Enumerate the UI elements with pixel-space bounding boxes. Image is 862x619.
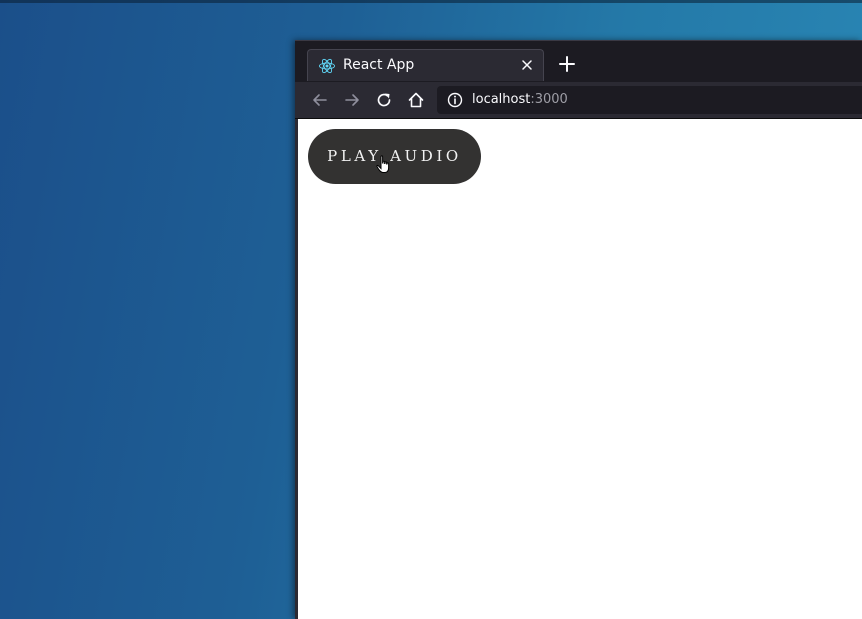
tab-react-app[interactable]: React App bbox=[307, 49, 544, 81]
reload-icon[interactable] bbox=[375, 91, 393, 109]
forward-arrow-icon[interactable] bbox=[343, 91, 361, 109]
navigation-toolbar: localhost:3000 bbox=[295, 82, 862, 119]
home-icon[interactable] bbox=[407, 91, 425, 109]
hand-pointer-cursor-icon bbox=[376, 155, 390, 173]
browser-window: React App localhost:3000 PLAY AUDIO bbox=[295, 40, 862, 619]
url-port: :3000 bbox=[530, 92, 568, 107]
desktop-top-strip bbox=[0, 0, 862, 3]
url-host: localhost bbox=[472, 92, 531, 107]
react-icon bbox=[319, 58, 335, 74]
info-icon[interactable] bbox=[447, 92, 463, 108]
back-arrow-icon[interactable] bbox=[311, 91, 329, 109]
tab-bar: React App bbox=[295, 40, 862, 83]
close-icon[interactable] bbox=[519, 57, 535, 73]
page-content: PLAY AUDIO bbox=[298, 119, 862, 619]
tab-title: React App bbox=[343, 57, 415, 73]
desktop-background: React App localhost:3000 PLAY AUDIO bbox=[0, 0, 862, 619]
new-tab-plus-icon[interactable] bbox=[558, 55, 576, 73]
url-bar[interactable]: localhost:3000 bbox=[437, 86, 862, 114]
play-audio-button[interactable]: PLAY AUDIO bbox=[308, 129, 481, 184]
url-text: localhost:3000 bbox=[472, 92, 568, 107]
